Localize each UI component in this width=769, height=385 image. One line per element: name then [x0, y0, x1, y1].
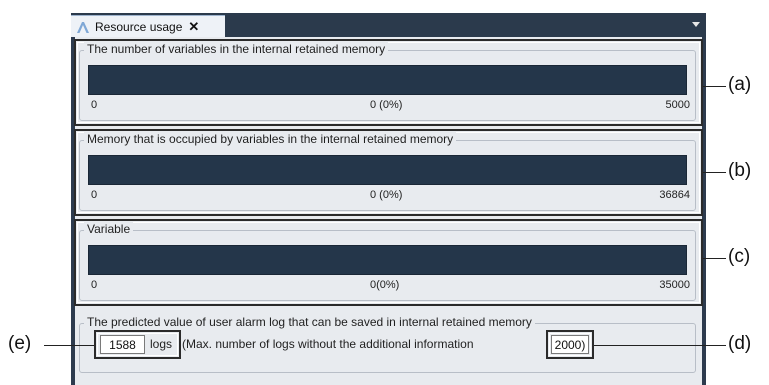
callout-line-d [594, 345, 726, 346]
max-label: 35000 [659, 279, 690, 291]
callout-label-a: (a) [728, 74, 752, 95]
max-label: 36864 [659, 189, 690, 201]
group-retained-memory-occupied: Memory that is occupied by variables in … [79, 132, 696, 211]
min-label: 0 [91, 279, 98, 291]
callout-label-d: (d) [728, 333, 752, 354]
app-logo-icon [77, 21, 89, 33]
max-logs-field: 2000) [551, 335, 589, 354]
tab-title: Resource usage [95, 19, 183, 34]
usage-label: 0 (0%) [370, 99, 403, 111]
tab-resource-usage[interactable]: Resource usage ✕ [71, 15, 225, 37]
alarm-log-count-field: 1588 [100, 335, 145, 354]
group-variable: Variable 0 0(0%) 35000 [79, 222, 696, 301]
progress-bar [88, 245, 687, 275]
min-label: 0 [91, 99, 98, 111]
usage-label: 0(0%) [370, 279, 400, 291]
callout-label-c: (c) [728, 246, 751, 267]
progress-bar [88, 155, 687, 185]
group-title: Memory that is occupied by variables in … [84, 132, 457, 146]
callout-line-e [44, 345, 94, 346]
min-label: 0 [91, 189, 98, 201]
group-title: The number of variables in the internal … [84, 42, 389, 56]
max-logs-description: (Max. number of logs without the additio… [182, 337, 474, 351]
chevron-down-icon[interactable] [692, 22, 700, 27]
close-icon[interactable]: ✕ [188, 19, 199, 35]
max-label: 5000 [665, 99, 690, 111]
tab-bar: Resource usage ✕ [71, 13, 706, 37]
resource-usage-window: Resource usage ✕ The number of variables… [71, 13, 706, 385]
progress-bar [88, 65, 687, 95]
group-retained-variables-count: The number of variables in the internal … [79, 42, 696, 121]
callout-line-c [703, 258, 726, 259]
usage-label: 0 (0%) [370, 189, 403, 201]
callout-label-e: (e) [8, 333, 32, 354]
group-title: Variable [84, 222, 134, 236]
callout-label-b: (b) [728, 160, 752, 181]
group-title: The predicted value of user alarm log th… [84, 315, 535, 329]
callout-line-a [703, 86, 726, 87]
content-panel: The number of variables in the internal … [74, 37, 703, 385]
unit-label: logs [150, 337, 173, 351]
callout-line-b [703, 172, 726, 173]
